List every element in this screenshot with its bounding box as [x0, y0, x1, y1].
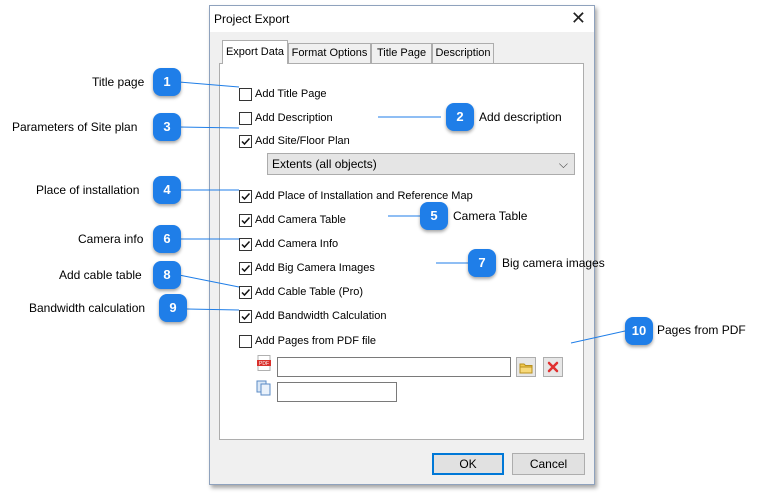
badge-1: 1 — [153, 68, 181, 96]
annotation-camera-table: Camera Table — [453, 209, 528, 223]
annotation-site-plan: Parameters of Site plan — [12, 120, 138, 134]
badge-4: 4 — [153, 176, 181, 204]
badge-5: 5 — [420, 202, 448, 230]
leader-line-1 — [178, 81, 240, 88]
leader-line-8 — [178, 274, 240, 288]
badge-7: 7 — [468, 249, 496, 277]
annotation-title-page: Title page — [92, 75, 145, 89]
leader-line-9 — [186, 308, 240, 311]
annotation-bandwidth-calculation: Bandwidth calculation — [29, 301, 146, 315]
annotation-add-description: Add description — [479, 110, 562, 124]
badge-10: 10 — [625, 317, 653, 345]
badge-8: 8 — [153, 261, 181, 289]
annotation-cable-table: Add cable table — [59, 268, 142, 282]
badge-9: 9 — [159, 294, 187, 322]
tab-export-data[interactable]: Export Data — [222, 40, 288, 64]
annotation-pages-from-pdf: Pages from PDF — [657, 323, 746, 337]
annotation-place-of-installation: Place of installation — [36, 183, 140, 197]
annotation-camera-info: Camera info — [78, 232, 144, 246]
badge-2: 2 — [446, 103, 474, 131]
badge-3: 3 — [153, 113, 181, 141]
badge-6: 6 — [153, 225, 181, 253]
annotation-big-camera-images: Big camera images — [502, 256, 605, 270]
leader-line-3 — [178, 126, 240, 129]
leader-line-10 — [570, 330, 626, 344]
